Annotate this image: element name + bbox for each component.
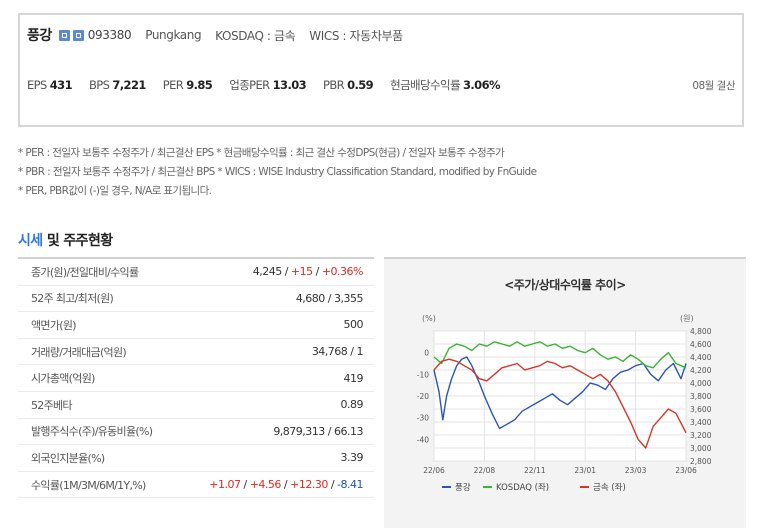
row-value: 34,768 / 1 (311, 345, 364, 359)
left-unit-label: (%) (422, 314, 436, 323)
y-tick-label-left: 0 (424, 349, 429, 358)
table-row: 액면가(원) 500 (18, 312, 374, 339)
ir-icon[interactable] (72, 29, 84, 41)
returns-values: +1.07 / +4.56 / +12.30 / -8.41 (209, 478, 363, 492)
row-label: 수익률(1M/3M/6M/1Y,%) (31, 478, 146, 492)
return-1y: -8.41 (337, 478, 363, 492)
section-title: 시세 및 주주현황 (18, 233, 113, 249)
x-tick-label: 23/01 (574, 466, 596, 475)
row-value: 4,680 / 3,355 (295, 291, 364, 305)
x-tick-label: 22/08 (474, 466, 496, 475)
stock-code: 093380 (87, 28, 132, 42)
english-name: Pungkang (145, 28, 202, 42)
x-tick-label: 22/06 (423, 466, 445, 475)
home-icon[interactable] (58, 29, 70, 41)
x-tick-label: 23/03 (625, 466, 647, 475)
wics-sector: WICS : 자동차부품 (309, 28, 403, 43)
row-value: 9,879,313 / 66.13 (273, 424, 363, 438)
table-row: 수익률(1M/3M/6M/1Y,%) +1.07 / +4.56 / +12.3… (18, 472, 374, 499)
market-data-table: 종가(원)/전일대비/수익률 4,245 / +15 / +0.36% 52주 … (18, 257, 374, 528)
row-label: 거래량/거래대금(억원) (31, 345, 127, 359)
row-label: 외국인지분율(%) (31, 451, 105, 465)
row-value: 500 (343, 318, 364, 332)
y-tick-label-right: 3,200 (690, 431, 712, 440)
price-change-pct: +0.36% (321, 265, 364, 279)
y-tick-label-right: 3,400 (690, 418, 712, 427)
x-tick-label: 22/11 (524, 466, 546, 475)
table-row: 시가총액(억원) 419 (18, 365, 374, 392)
y-tick-label-left: -40 (417, 435, 429, 444)
metric-per: PER 9.85 (162, 78, 213, 92)
footnote: * PBR : 전일자 보통주 수정주가 / 최근결산 BPS * WICS :… (18, 166, 537, 178)
table-row: 외국인지분율(%) 3.39 (18, 445, 374, 472)
row-value: 419 (343, 371, 364, 385)
y-tick-label-right: 4,200 (690, 366, 712, 375)
row-label: 발행주식수(주)/유동비율(%) (31, 425, 153, 439)
y-tick-label-right: 4,000 (690, 379, 712, 388)
y-tick-label-left: -30 (417, 414, 429, 423)
row-label: 시가총액(억원) (31, 372, 95, 386)
right-unit-label: (원) (680, 314, 694, 323)
legend-label: KOSDAQ (좌) (496, 483, 549, 493)
metric-dividend-yield: 현금배당수익률 3.06% (390, 78, 500, 92)
row-label: 액면가(원) (31, 318, 77, 332)
footnote: * PER, PBR값이 (-)일 경우, N/A로 표기됩니다. (18, 185, 212, 197)
y-tick-label-right: 3,800 (690, 392, 712, 401)
y-tick-label-right: 3,000 (690, 444, 712, 453)
valuation-metrics: EPS 431 BPS 7,221 PER 9.85 업종PER 13.03 P… (27, 77, 735, 93)
row-label: 종가(원)/전일대비/수익률 (31, 265, 139, 279)
metric-industry-per: 업종PER 13.03 (229, 78, 307, 92)
y-tick-label-right: 3,600 (690, 405, 712, 414)
table-row: 거래량/거래대금(억원) 34,768 / 1 (18, 339, 374, 366)
return-1m: +1.07 (209, 478, 241, 492)
metric-pbr: PBR 0.59 (323, 78, 374, 92)
market-sector: KOSDAQ : 금속 (215, 28, 296, 43)
row-label: 52주 최고/최저(원) (31, 292, 114, 306)
y-tick-label-right: 4,400 (690, 353, 712, 362)
footnote: * PER : 전일자 보통주 수정주가 / 최근결산 EPS * 현금배당수익… (18, 147, 505, 159)
return-6m: +12.30 (290, 478, 328, 492)
row-label: 52주베타 (31, 398, 73, 412)
row-value: 0.89 (340, 398, 364, 412)
y-tick-label-left: -10 (417, 370, 429, 379)
y-tick-label-right: 2,800 (690, 457, 712, 466)
table-row: 종가(원)/전일대비/수익률 4,245 / +15 / +0.36% (18, 259, 374, 286)
metric-eps: EPS 431 (27, 78, 73, 92)
row-value: 4,245 / +15 / +0.36% (252, 265, 364, 279)
table-row: 52주베타 0.89 (18, 392, 374, 419)
legend-label: 금속 (좌) (593, 483, 626, 493)
price-change: +15 (290, 265, 313, 279)
footnotes: * PER : 전일자 보통주 수정주가 / 최근결산 EPS * 현금배당수익… (18, 144, 537, 201)
chart-panel: <주가/상대수익률 추이> (%) (원) 0 -10 -20 -30 -40 4,800 4,… (384, 257, 746, 528)
legend-label: 풍강 (455, 482, 471, 493)
company-title-row: 풍강 093380 Pungkang KOSDAQ : 금속 WICS : 자동… (27, 25, 403, 45)
table-row: 52주 최고/최저(원) 4,680 / 3,355 (18, 286, 374, 313)
row-value: 3.39 (340, 451, 364, 465)
table-row: 발행주식수(주)/유동비율(%) 9,879,313 / 66.13 (18, 419, 374, 446)
y-tick-label-right: 4,800 (690, 327, 712, 336)
company-name: 풍강 (27, 28, 52, 44)
return-3m: +4.56 (249, 478, 282, 492)
relative-return-chart: (%) (원) 0 -10 -20 -30 -40 4,800 4,600 4,400 4,200 4… (417, 314, 712, 493)
metric-bps: BPS 7,221 (88, 78, 146, 92)
x-tick-label: 23/06 (675, 466, 697, 475)
settlement-month: 08월 결산 (692, 79, 735, 92)
y-tick-label-right: 4,600 (690, 340, 712, 349)
y-tick-label-left: -20 (417, 392, 429, 401)
